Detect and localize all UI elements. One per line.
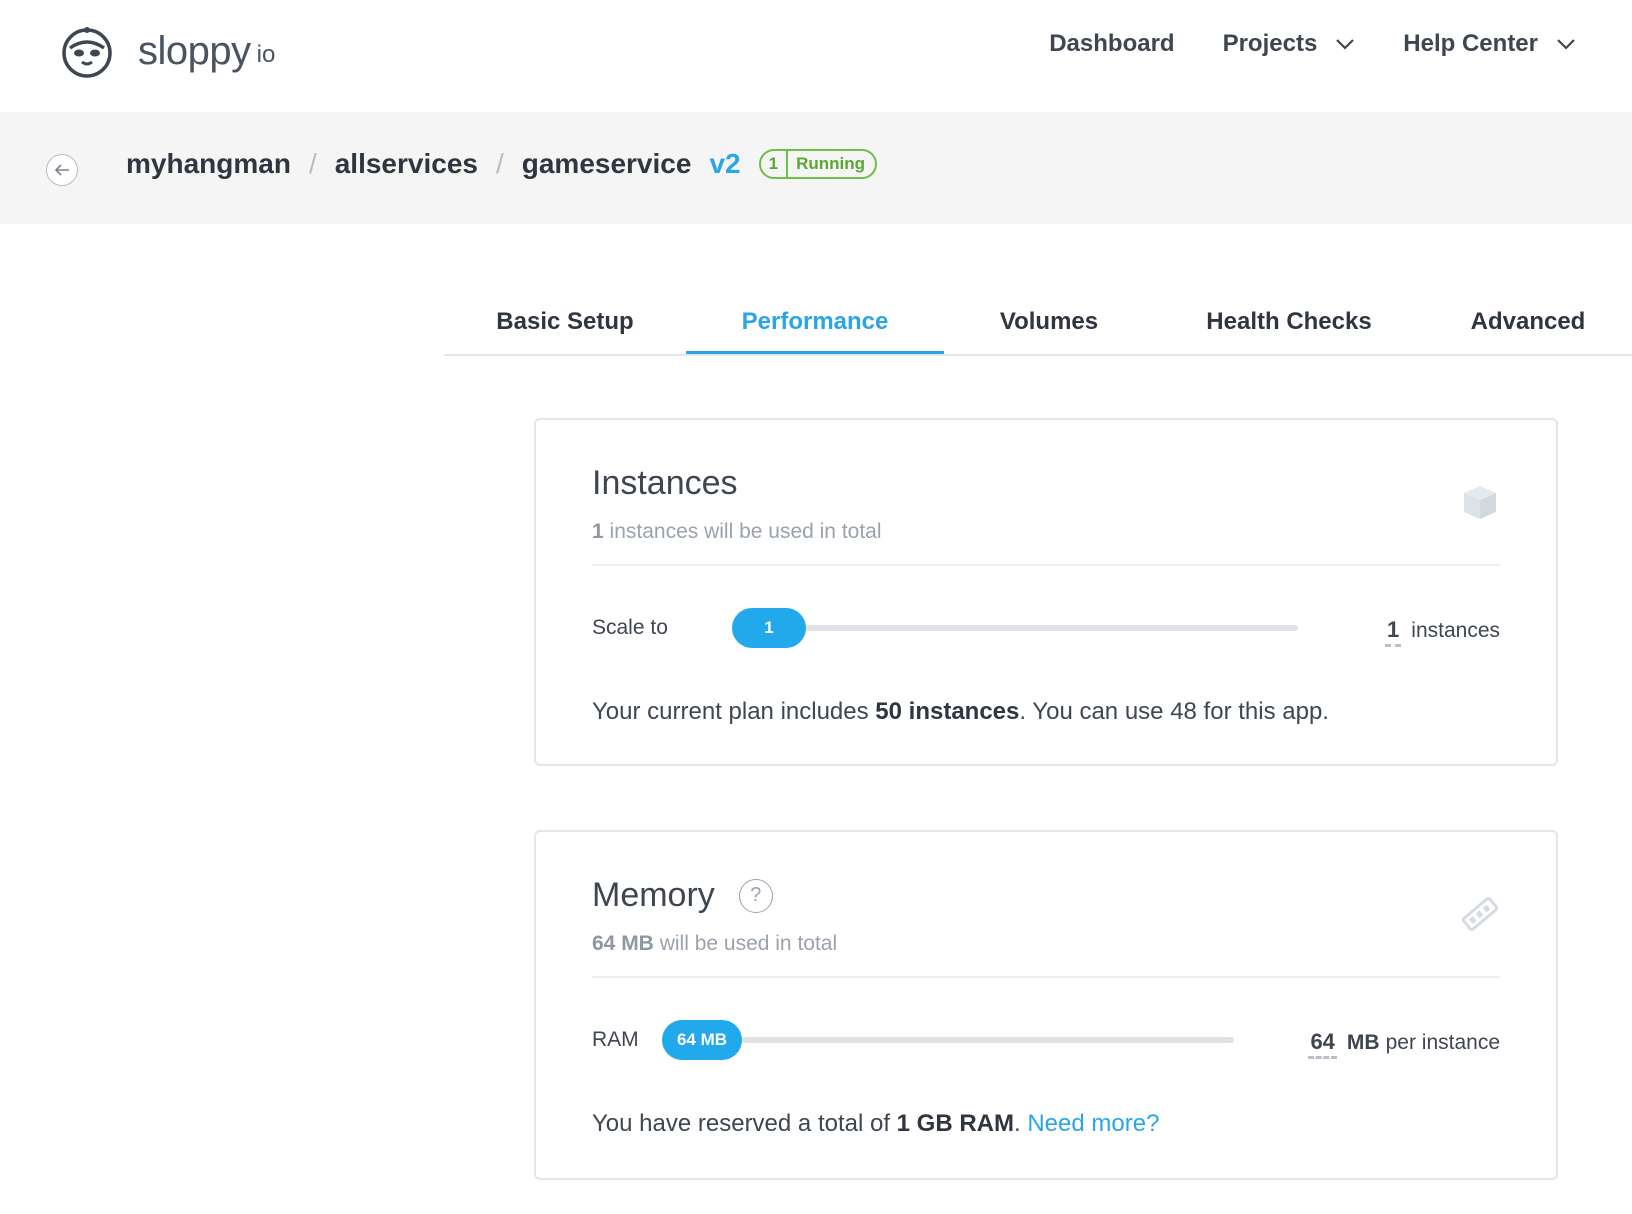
instances-value: 1 instances bbox=[1385, 616, 1500, 647]
chevron-down-icon bbox=[1557, 39, 1575, 50]
instances-unit: instances bbox=[1411, 619, 1500, 642]
memory-total-value: 64 MB bbox=[592, 932, 654, 955]
breadcrumb-separator: / bbox=[308, 148, 317, 179]
nav-dashboard-label: Dashboard bbox=[1049, 30, 1175, 57]
back-button[interactable] bbox=[46, 154, 78, 186]
brand-logo[interactable]: sloppy io bbox=[60, 24, 275, 78]
memory-reserved-note: You have reserved a total of 1 GB RAM. N… bbox=[592, 1110, 1159, 1138]
breadcrumb-separator: / bbox=[495, 148, 504, 179]
status-badge: 1 Running bbox=[758, 149, 877, 179]
breadcrumb: myhangman / allservices / gameservice v2… bbox=[126, 148, 877, 180]
memory-input[interactable]: 64 bbox=[1308, 1028, 1337, 1059]
breadcrumb-project[interactable]: myhangman bbox=[126, 148, 291, 180]
memory-subtitle: 64 MB will be used in total bbox=[592, 932, 837, 956]
arrow-left-icon bbox=[54, 164, 69, 176]
main-nav: Dashboard Projects Help Center bbox=[1001, 30, 1576, 58]
status-count: 1 bbox=[761, 151, 789, 177]
tab-performance[interactable]: Performance bbox=[686, 296, 944, 354]
instances-total-value: 1 bbox=[592, 520, 604, 543]
nav-help-center-label: Help Center bbox=[1403, 30, 1538, 57]
breadcrumb-app: gameservice bbox=[521, 148, 692, 179]
card-divider bbox=[592, 976, 1500, 978]
instances-slider-track[interactable] bbox=[768, 625, 1298, 631]
nav-projects-label: Projects bbox=[1222, 30, 1318, 57]
reserved-note-suffix: . bbox=[1014, 1110, 1021, 1137]
memory-unit: per instance bbox=[1385, 1031, 1500, 1054]
reserved-note-prefix: You have reserved a total of bbox=[592, 1110, 897, 1137]
instances-title-text: Instances bbox=[592, 464, 738, 502]
help-icon[interactable]: ? bbox=[738, 878, 773, 913]
cube-icon bbox=[1464, 486, 1496, 519]
memory-slider-row: RAM 64 MB 64 MB per instance bbox=[592, 1020, 1500, 1060]
nav-projects[interactable]: Projects bbox=[1223, 30, 1356, 58]
memory-slider-track[interactable] bbox=[740, 1037, 1234, 1043]
instances-total-text: instances will be used in total bbox=[609, 520, 882, 543]
tab-basic-setup[interactable]: Basic Setup bbox=[444, 296, 686, 354]
ram-label: RAM bbox=[592, 1028, 639, 1051]
instances-input[interactable]: 1 bbox=[1385, 616, 1402, 647]
sloth-logo-icon bbox=[62, 27, 112, 78]
breadcrumb-bar: myhangman / allservices / gameservice v2… bbox=[0, 112, 1632, 224]
instances-slider-handle[interactable]: 1 bbox=[732, 608, 806, 648]
instances-slider-row: Scale to 1 1 instances bbox=[592, 608, 1500, 648]
chevron-down-icon bbox=[1336, 39, 1355, 50]
ram-chip-icon bbox=[1461, 897, 1499, 931]
tab-volumes[interactable]: Volumes bbox=[944, 296, 1154, 354]
instances-subtitle: 1 instances will be used in total bbox=[592, 520, 882, 544]
version-label: v2 bbox=[709, 148, 741, 179]
plan-note-suffix: . You can use 48 for this app. bbox=[1019, 698, 1329, 725]
card-divider bbox=[592, 564, 1500, 566]
instances-plan-note: Your current plan includes 50 instances.… bbox=[592, 698, 1329, 726]
need-more-link[interactable]: Need more? bbox=[1027, 1110, 1159, 1137]
memory-title: Memory ? bbox=[592, 876, 773, 915]
brand-suffix: io bbox=[256, 41, 276, 68]
memory-card: Memory ? 64 MB will be used in total RAM… bbox=[534, 830, 1558, 1180]
instances-card: Instances 1 instances will be used in to… bbox=[534, 418, 1558, 766]
breadcrumb-service-group[interactable]: allservices bbox=[335, 148, 478, 180]
status-text: Running bbox=[796, 154, 865, 173]
scale-to-label: Scale to bbox=[592, 616, 668, 639]
memory-value: 64 MB per instance bbox=[1308, 1028, 1500, 1059]
plan-note-bold: 50 instances bbox=[875, 698, 1020, 725]
memory-total-text: will be used in total bbox=[659, 932, 838, 955]
reserved-note-bold: 1 GB RAM bbox=[896, 1110, 1014, 1137]
nav-help-center[interactable]: Help Center bbox=[1403, 30, 1576, 58]
memory-unit-bold: MB bbox=[1346, 1031, 1380, 1054]
brand-name: sloppy bbox=[138, 28, 251, 73]
tab-advanced[interactable]: Advanced bbox=[1424, 296, 1632, 354]
memory-slider-handle[interactable]: 64 MB bbox=[662, 1020, 742, 1060]
tab-health-checks[interactable]: Health Checks bbox=[1154, 296, 1424, 354]
memory-title-text: Memory bbox=[592, 876, 715, 914]
settings-tabs: Basic Setup Performance Volumes Health C… bbox=[444, 296, 1632, 356]
instances-title: Instances bbox=[592, 464, 738, 503]
top-navigation: sloppy io Dashboard Projects Help Center bbox=[0, 0, 1632, 112]
plan-note-prefix: Your current plan includes bbox=[592, 698, 876, 725]
nav-dashboard[interactable]: Dashboard bbox=[1049, 30, 1174, 58]
